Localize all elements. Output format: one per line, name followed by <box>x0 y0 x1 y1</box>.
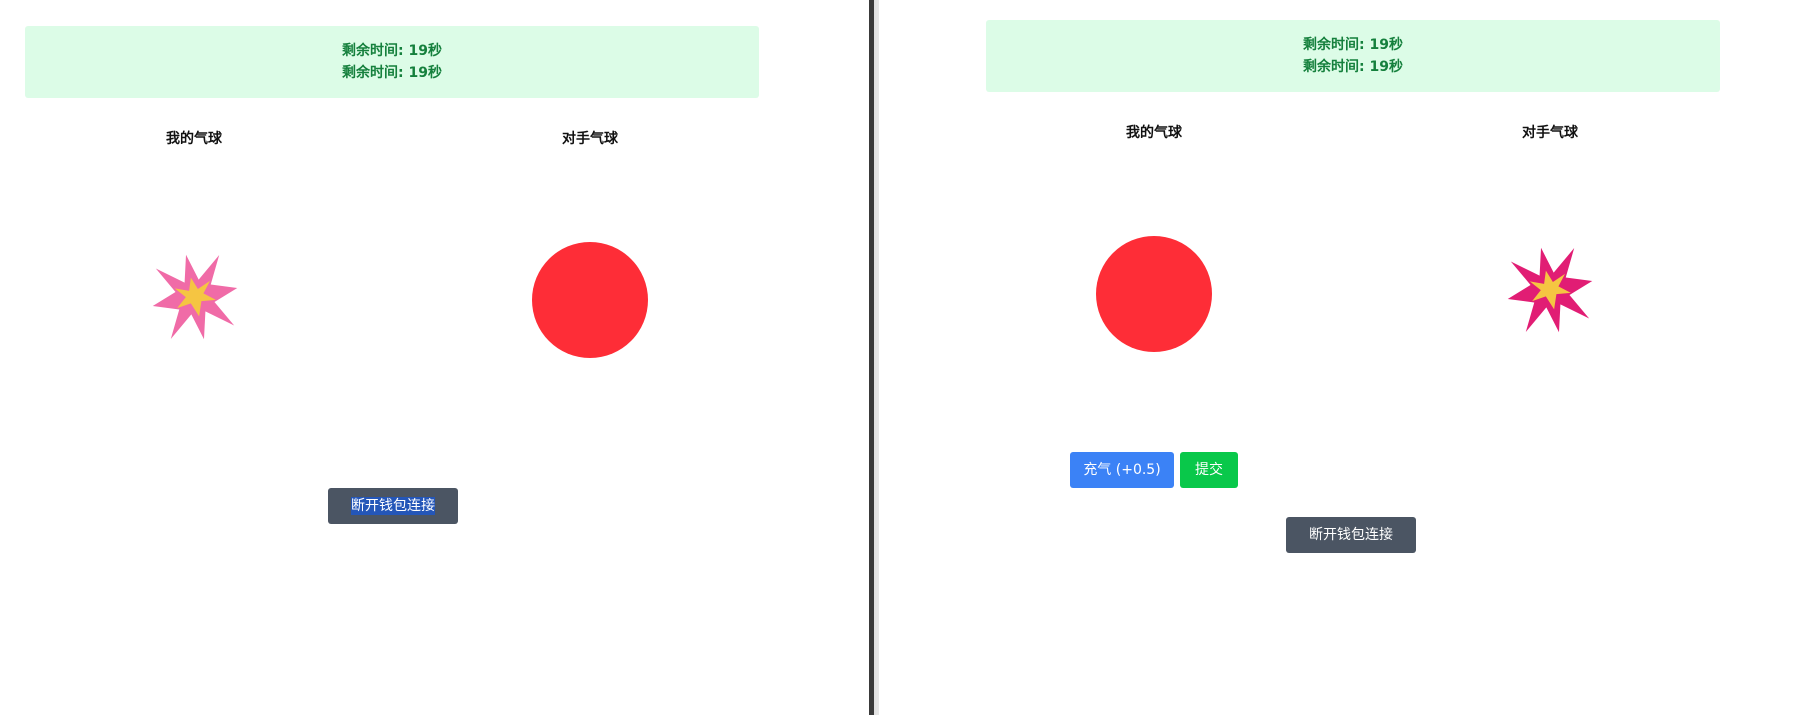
disconnect-wallet-button[interactable]: 断开钱包连接 <box>328 488 458 524</box>
countdown-text-line-2: 剩余时间: 19秒 <box>1303 59 1403 75</box>
opponent-balloon <box>532 242 648 358</box>
my-balloon-burst-icon <box>152 254 238 340</box>
countdown-text-line-1: 剩余时间: 19秒 <box>1303 37 1403 53</box>
inflate-button[interactable]: 充气 (+0.5) <box>1070 452 1174 488</box>
disconnect-wallet-label: 断开钱包连接 <box>351 497 435 515</box>
my-balloon <box>1096 236 1212 352</box>
countdown-banner: 剩余时间: 19秒 剩余时间: 19秒 <box>25 26 759 98</box>
left-game-window: 剩余时间: 19秒 剩余时间: 19秒 我的气球 对手气球 断开钱包连接 <box>0 0 869 715</box>
opponent-balloon-burst-icon <box>1507 247 1593 333</box>
my-balloon-label: 我的气球 <box>166 131 222 147</box>
opponent-balloon-label: 对手气球 <box>562 131 618 147</box>
right-game-window: 剩余时间: 19秒 剩余时间: 19秒 我的气球 对手气球 充气 (+0.5) … <box>879 0 1803 715</box>
disconnect-wallet-button[interactable]: 断开钱包连接 <box>1286 517 1416 553</box>
submit-button[interactable]: 提交 <box>1180 452 1238 488</box>
opponent-balloon-label: 对手气球 <box>1522 125 1578 141</box>
countdown-text-line-2: 剩余时间: 19秒 <box>342 65 442 81</box>
countdown-banner: 剩余时间: 19秒 剩余时间: 19秒 <box>986 20 1720 92</box>
my-balloon-label: 我的气球 <box>1126 125 1182 141</box>
countdown-text-line-1: 剩余时间: 19秒 <box>342 43 442 59</box>
screen: 剩余时间: 19秒 剩余时间: 19秒 我的气球 对手气球 断开钱包连接 剩余时… <box>0 0 1803 715</box>
